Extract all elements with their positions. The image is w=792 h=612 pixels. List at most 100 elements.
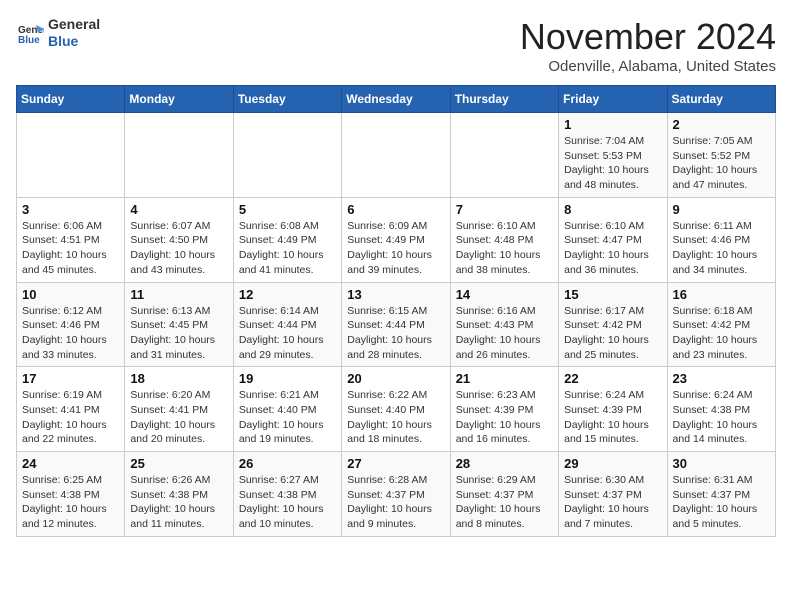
day-number: 20 <box>347 371 444 386</box>
calendar-cell: 2Sunrise: 7:05 AM Sunset: 5:52 PM Daylig… <box>667 113 775 198</box>
day-info: Sunrise: 6:29 AM Sunset: 4:37 PM Dayligh… <box>456 473 553 532</box>
day-info: Sunrise: 6:26 AM Sunset: 4:38 PM Dayligh… <box>130 473 227 532</box>
day-number: 1 <box>564 117 661 132</box>
day-number: 5 <box>239 202 336 217</box>
calendar-cell: 21 Sunrise: 6:23 AM Sunset: 4:39 PM Dayli… <box>450 367 558 452</box>
day-number: 14 <box>456 287 553 302</box>
calendar-cell: 8 Sunrise: 6:10 AM Sunset: 4:47 PM Daylig… <box>559 197 667 282</box>
day-info: Sunrise: 6:13 AM Sunset: 4:45 PM Dayligh… <box>130 304 227 363</box>
calendar-week-4: 17 Sunrise: 6:19 AM Sunset: 4:41 PM Dayli… <box>17 367 776 452</box>
day-number: 4 <box>130 202 227 217</box>
day-info: Sunrise: 6:21 AM Sunset: 4:40 PM Dayligh… <box>239 388 336 447</box>
weekday-header-thursday: Thursday <box>450 86 558 113</box>
logo-icon: General Blue <box>16 19 44 47</box>
calendar-cell: 30Sunrise: 6:31 AM Sunset: 4:37 PM Dayli… <box>667 452 775 537</box>
day-info: Sunrise: 6:08 AM Sunset: 4:49 PM Dayligh… <box>239 219 336 278</box>
page-header: General Blue General Blue November 2024 … <box>16 16 776 75</box>
calendar-cell: 7Sunrise: 6:10 AM Sunset: 4:48 PM Daylig… <box>450 197 558 282</box>
calendar-cell <box>342 113 450 198</box>
day-number: 17 <box>22 371 119 386</box>
calendar-cell: 20 Sunrise: 6:22 AM Sunset: 4:40 PM Dayli… <box>342 367 450 452</box>
calendar-cell: 9Sunrise: 6:11 AM Sunset: 4:46 PM Daylig… <box>667 197 775 282</box>
day-number: 19 <box>239 371 336 386</box>
day-info: Sunrise: 6:27 AM Sunset: 4:38 PM Dayligh… <box>239 473 336 532</box>
day-number: 13 <box>347 287 444 302</box>
day-info: Sunrise: 6:19 AM Sunset: 4:41 PM Dayligh… <box>22 388 119 447</box>
calendar-cell: 14 Sunrise: 6:16 AM Sunset: 4:43 PM Dayli… <box>450 282 558 367</box>
day-number: 11 <box>130 287 227 302</box>
day-number: 15 <box>564 287 661 302</box>
day-info: Sunrise: 6:07 AM Sunset: 4:50 PM Dayligh… <box>130 219 227 278</box>
day-info: Sunrise: 6:15 AM Sunset: 4:44 PM Dayligh… <box>347 304 444 363</box>
month-title: November 2024 <box>520 16 776 58</box>
day-info: Sunrise: 6:09 AM Sunset: 4:49 PM Dayligh… <box>347 219 444 278</box>
calendar-cell: 15 Sunrise: 6:17 AM Sunset: 4:42 PM Dayli… <box>559 282 667 367</box>
weekday-header-saturday: Saturday <box>667 86 775 113</box>
calendar-cell: 28Sunrise: 6:29 AM Sunset: 4:37 PM Dayli… <box>450 452 558 537</box>
calendar-cell: 18 Sunrise: 6:20 AM Sunset: 4:41 PM Dayli… <box>125 367 233 452</box>
calendar-cell: 23 Sunrise: 6:24 AM Sunset: 4:38 PM Dayli… <box>667 367 775 452</box>
calendar-week-2: 3Sunrise: 6:06 AM Sunset: 4:51 PM Daylig… <box>17 197 776 282</box>
svg-text:Blue: Blue <box>18 35 40 46</box>
weekday-header-sunday: Sunday <box>17 86 125 113</box>
day-info: Sunrise: 6:06 AM Sunset: 4:51 PM Dayligh… <box>22 219 119 278</box>
day-info: Sunrise: 6:14 AM Sunset: 4:44 PM Dayligh… <box>239 304 336 363</box>
logo: General Blue General Blue <box>16 16 100 50</box>
calendar-cell: 24Sunrise: 6:25 AM Sunset: 4:38 PM Dayli… <box>17 452 125 537</box>
calendar-cell <box>450 113 558 198</box>
calendar-cell: 5 Sunrise: 6:08 AM Sunset: 4:49 PM Daylig… <box>233 197 341 282</box>
calendar-week-5: 24Sunrise: 6:25 AM Sunset: 4:38 PM Dayli… <box>17 452 776 537</box>
day-info: Sunrise: 6:18 AM Sunset: 4:42 PM Dayligh… <box>673 304 770 363</box>
calendar-cell: 1 Sunrise: 7:04 AM Sunset: 5:53 PM Daylig… <box>559 113 667 198</box>
day-number: 2 <box>673 117 770 132</box>
weekday-header-friday: Friday <box>559 86 667 113</box>
calendar-cell: 25 Sunrise: 6:26 AM Sunset: 4:38 PM Dayli… <box>125 452 233 537</box>
calendar-cell: 6 Sunrise: 6:09 AM Sunset: 4:49 PM Daylig… <box>342 197 450 282</box>
weekday-header-monday: Monday <box>125 86 233 113</box>
logo-general-text: General <box>48 16 100 33</box>
day-info: Sunrise: 6:20 AM Sunset: 4:41 PM Dayligh… <box>130 388 227 447</box>
calendar-week-1: 1 Sunrise: 7:04 AM Sunset: 5:53 PM Daylig… <box>17 113 776 198</box>
day-info: Sunrise: 6:24 AM Sunset: 4:38 PM Dayligh… <box>673 388 770 447</box>
day-number: 26 <box>239 456 336 471</box>
day-info: Sunrise: 6:10 AM Sunset: 4:47 PM Dayligh… <box>564 219 661 278</box>
day-info: Sunrise: 7:04 AM Sunset: 5:53 PM Dayligh… <box>564 134 661 193</box>
calendar-cell: 13 Sunrise: 6:15 AM Sunset: 4:44 PM Dayli… <box>342 282 450 367</box>
calendar-table: SundayMondayTuesdayWednesdayThursdayFrid… <box>16 85 776 537</box>
day-number: 8 <box>564 202 661 217</box>
calendar-cell: 19 Sunrise: 6:21 AM Sunset: 4:40 PM Dayli… <box>233 367 341 452</box>
day-info: Sunrise: 6:22 AM Sunset: 4:40 PM Dayligh… <box>347 388 444 447</box>
calendar-cell: 17 Sunrise: 6:19 AM Sunset: 4:41 PM Dayli… <box>17 367 125 452</box>
logo-text: General Blue <box>48 16 100 50</box>
day-number: 21 <box>456 371 553 386</box>
day-number: 6 <box>347 202 444 217</box>
day-number: 16 <box>673 287 770 302</box>
day-number: 24 <box>22 456 119 471</box>
calendar-cell: 16 Sunrise: 6:18 AM Sunset: 4:42 PM Dayli… <box>667 282 775 367</box>
day-number: 29 <box>564 456 661 471</box>
title-block: November 2024 Odenville, Alabama, United… <box>520 16 776 75</box>
day-number: 12 <box>239 287 336 302</box>
calendar-header: SundayMondayTuesdayWednesdayThursdayFrid… <box>17 86 776 113</box>
day-number: 9 <box>673 202 770 217</box>
day-info: Sunrise: 6:12 AM Sunset: 4:46 PM Dayligh… <box>22 304 119 363</box>
calendar-cell: 12 Sunrise: 6:14 AM Sunset: 4:44 PM Dayli… <box>233 282 341 367</box>
day-info: Sunrise: 6:23 AM Sunset: 4:39 PM Dayligh… <box>456 388 553 447</box>
day-info: Sunrise: 6:16 AM Sunset: 4:43 PM Dayligh… <box>456 304 553 363</box>
calendar-cell: 4 Sunrise: 6:07 AM Sunset: 4:50 PM Daylig… <box>125 197 233 282</box>
day-number: 23 <box>673 371 770 386</box>
day-number: 10 <box>22 287 119 302</box>
calendar-cell <box>125 113 233 198</box>
calendar-cell: 3Sunrise: 6:06 AM Sunset: 4:51 PM Daylig… <box>17 197 125 282</box>
day-number: 22 <box>564 371 661 386</box>
day-info: Sunrise: 6:10 AM Sunset: 4:48 PM Dayligh… <box>456 219 553 278</box>
calendar-week-3: 10 Sunrise: 6:12 AM Sunset: 4:46 PM Dayli… <box>17 282 776 367</box>
day-number: 30 <box>673 456 770 471</box>
day-number: 18 <box>130 371 227 386</box>
calendar-cell: 27Sunrise: 6:28 AM Sunset: 4:37 PM Dayli… <box>342 452 450 537</box>
day-info: Sunrise: 6:17 AM Sunset: 4:42 PM Dayligh… <box>564 304 661 363</box>
location-text: Odenville, Alabama, United States <box>520 58 776 75</box>
logo-blue-text: Blue <box>48 33 100 50</box>
day-number: 27 <box>347 456 444 471</box>
day-number: 25 <box>130 456 227 471</box>
